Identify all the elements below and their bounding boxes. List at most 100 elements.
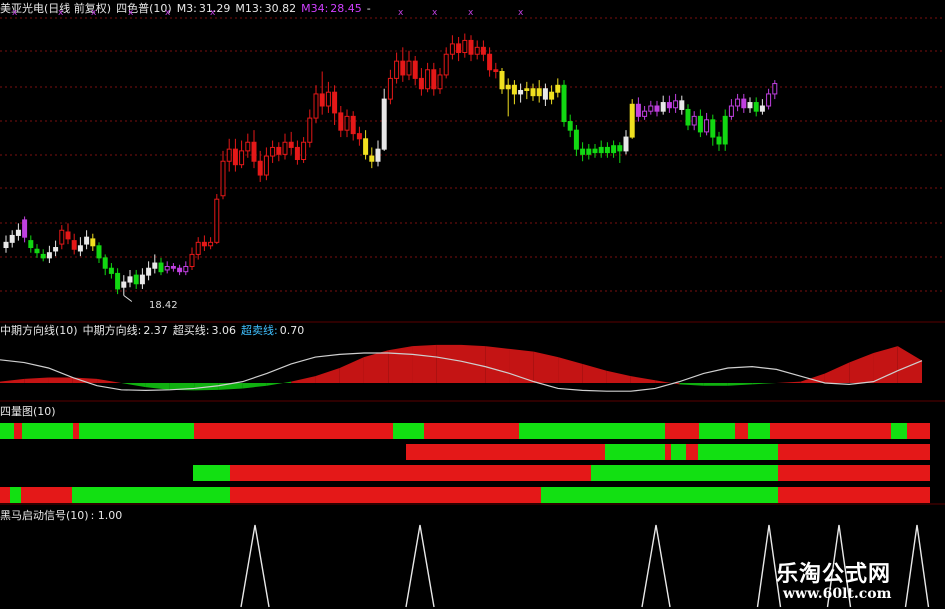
volume-bar-segment (778, 465, 930, 481)
volume-bar-segment (393, 423, 424, 439)
volume-bar-segment (778, 444, 930, 460)
candle-body (666, 102, 672, 109)
volume-bar-segment (519, 423, 665, 439)
volume-bar-segment (605, 444, 665, 460)
direction-area-segment (727, 383, 753, 386)
top-tick-mark: x (468, 8, 474, 18)
candle-body (214, 198, 220, 243)
candle-body (226, 148, 232, 162)
volume-bar-segment (79, 423, 194, 439)
volume-bar-segment (22, 423, 73, 439)
candle-body (642, 110, 648, 117)
direction-area-segment (121, 383, 146, 388)
volume-bar-segment (907, 423, 930, 439)
candle-body (505, 84, 511, 90)
volume-bar-segment (10, 487, 21, 503)
candle-body (158, 262, 164, 273)
candle-body (263, 155, 269, 176)
direction-area-segment (315, 368, 340, 383)
top-tick-mark: x (12, 8, 18, 18)
signal-spike (904, 524, 930, 608)
candle-body (716, 136, 722, 145)
candle-body (220, 160, 226, 197)
candle-body (735, 98, 741, 107)
direction-area-segment (242, 383, 267, 389)
candle-body (456, 43, 462, 54)
candle-body (493, 69, 499, 72)
volume-bar-segment (230, 487, 541, 503)
candle-body (567, 121, 573, 131)
candle-body (468, 39, 474, 55)
volume-bar-segment (735, 423, 748, 439)
candle-body (183, 266, 189, 273)
volume-bar-segment (770, 423, 891, 439)
candle-body (691, 115, 697, 126)
candle-body (195, 241, 201, 255)
candle-body (270, 146, 276, 157)
direction-area-segment (703, 383, 728, 386)
candle-body (400, 60, 406, 76)
direction-area-segment (339, 357, 364, 383)
candle-body (654, 105, 660, 112)
top-tick-mark: x (128, 8, 134, 18)
direction-area-segment (291, 376, 316, 383)
direction-area-segment (97, 378, 122, 383)
volume-bar-segment (21, 487, 72, 503)
direction-area-segment (145, 383, 170, 390)
candle-body (239, 150, 245, 166)
candle-body (728, 105, 734, 117)
direction-area-segment (582, 363, 607, 383)
candle-body (102, 257, 108, 269)
watermark-url: www.60lt.com (783, 586, 892, 602)
top-tick-mark: x (165, 8, 171, 18)
candle-body (232, 148, 238, 166)
candle-body (462, 39, 468, 54)
candle-body (685, 108, 691, 126)
volume-bar-segment (541, 487, 778, 503)
candle-body (22, 219, 28, 238)
top-tick-mark: x (91, 8, 97, 18)
candle-body (741, 98, 747, 109)
candle-body (635, 103, 641, 117)
candle-body (480, 46, 486, 55)
candle-body (437, 74, 443, 90)
candle-body (759, 105, 765, 112)
direction-area-segment (897, 346, 922, 383)
direction-area-segment (533, 351, 559, 383)
candle-body (369, 155, 375, 162)
candle-body (307, 117, 313, 143)
candle-body (511, 84, 517, 95)
candle-body (115, 272, 121, 290)
candle-body (443, 53, 449, 76)
candle-body (412, 60, 418, 79)
candle-body (549, 91, 555, 100)
candle-body (282, 141, 288, 155)
volume-bar-segment (778, 487, 930, 503)
candle-body (611, 145, 617, 154)
candle-body (152, 262, 158, 269)
signal-spike (405, 524, 435, 608)
candle-body (59, 229, 65, 245)
candle-body (170, 266, 176, 269)
candle-body (84, 236, 90, 245)
candle-body (449, 43, 455, 55)
candle-body (53, 247, 59, 252)
candle-body (598, 146, 604, 154)
candle-body (332, 91, 338, 114)
candle-body (146, 267, 152, 276)
candle-body (524, 88, 530, 91)
candle-body (28, 240, 34, 249)
candle-body (555, 84, 561, 93)
candle-body (530, 88, 536, 97)
candle-body (127, 276, 133, 283)
candle-body (34, 248, 40, 254)
candle-body (704, 119, 710, 133)
candle-body (319, 93, 325, 107)
volume-bar-segment (424, 423, 519, 439)
top-tick-mark: x (432, 8, 438, 18)
candle-body (673, 100, 679, 109)
candle-body (71, 240, 77, 250)
candle-body (710, 119, 716, 138)
candle-body (536, 88, 542, 97)
candle-body (108, 267, 114, 274)
